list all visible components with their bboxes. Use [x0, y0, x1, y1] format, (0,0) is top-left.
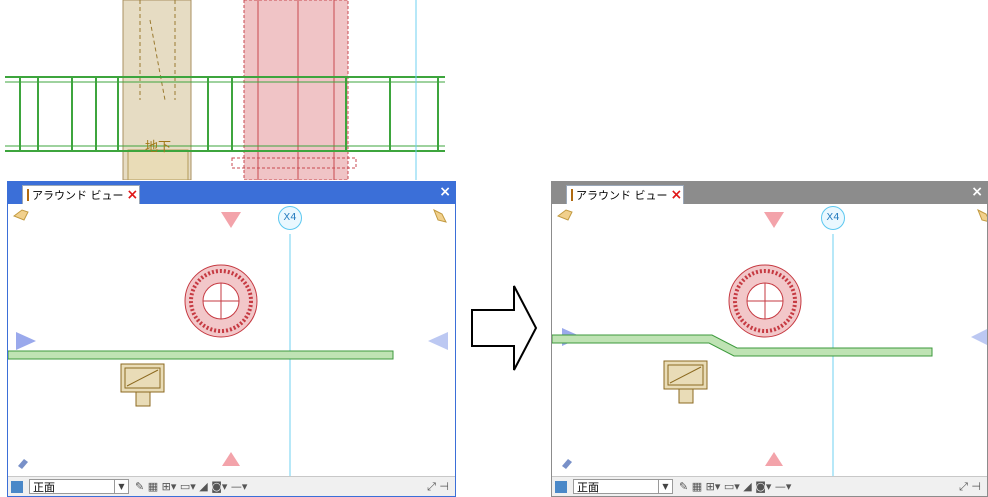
pen-icon[interactable] [18, 459, 28, 469]
view-select-value: 正面 [577, 481, 599, 494]
nav-arrow-right[interactable] [971, 328, 987, 346]
view-canvas-svg [8, 208, 448, 476]
beam-straight [8, 350, 394, 360]
footing [663, 360, 708, 404]
view-canvas[interactable]: X4 [8, 204, 455, 476]
nav-arrow-top[interactable] [221, 212, 241, 228]
beam-offset [552, 334, 933, 357]
view-select[interactable]: 正面 ▼ [573, 479, 673, 494]
cad-background-svg: 地下 [5, 0, 445, 181]
footing [120, 363, 165, 407]
nav-arrow-right[interactable] [428, 332, 448, 350]
around-view-panel-after: アラウンド ビュー × × X4 正面 ▼ ✎ ▦ ⊞▾ ▭▾ ◢ ◙▾ —▾ … [551, 181, 988, 497]
grid-label: 地下 [145, 140, 171, 155]
around-view-panel-before: アラウンド ビュー × × X4 正面 ▼ ✎ ▦ ⊞▾ ▭▾ ◢ ◙▾ —▾ … [7, 181, 456, 497]
nav-arrow-bottom[interactable] [765, 452, 783, 466]
window-close-icon[interactable]: × [971, 184, 983, 200]
grid-marker-x4: X4 [821, 206, 845, 230]
pin-icon[interactable]: ⤢ ⊣ [959, 480, 981, 494]
close-icon[interactable]: × [671, 188, 683, 202]
view-canvas-svg [552, 208, 987, 476]
tab-label: アラウンド ビュー [576, 189, 668, 202]
tab-around-view[interactable]: アラウンド ビュー × [22, 185, 140, 204]
hand-icon-left[interactable] [556, 209, 573, 221]
view-toolbar: 正面 ▼ ✎ ▦ ⊞▾ ▭▾ ◢ ◙▾ —▾ ⤢ ⊣ [552, 476, 987, 496]
view-select-value: 正面 [33, 481, 55, 494]
window-close-icon[interactable]: × [439, 184, 451, 200]
view-icon [11, 480, 23, 493]
chevron-down-icon[interactable]: ▼ [114, 480, 128, 493]
hand-icon-right[interactable] [433, 208, 447, 223]
around-view-icon [571, 189, 573, 201]
round-column [728, 264, 802, 338]
nav-arrow-bottom[interactable] [222, 452, 240, 466]
view-canvas[interactable]: X4 [552, 204, 987, 476]
toolbar-tool-icon[interactable]: ✎ ▦ ⊞▾ ▭▾ ◢ ◙▾ —▾ [679, 480, 791, 493]
pen-icon[interactable] [562, 459, 572, 469]
view-toolbar: 正面 ▼ ✎ ▦ ⊞▾ ▭▾ ◢ ◙▾ —▾ ⤢ ⊣ [8, 476, 455, 496]
nav-arrow-top[interactable] [764, 212, 784, 228]
close-icon[interactable]: × [127, 188, 139, 202]
transition-arrow-icon [471, 285, 538, 371]
view-icon [555, 480, 567, 493]
tab-around-view[interactable]: アラウンド ビュー × [566, 185, 684, 204]
toolbar-tool-icon[interactable]: ✎ ▦ ⊞▾ ▭▾ ◢ ◙▾ —▾ [135, 480, 247, 493]
red-column [243, 0, 349, 181]
chevron-down-icon[interactable]: ▼ [658, 480, 672, 493]
tab-label: アラウンド ビュー [32, 189, 124, 202]
round-column [184, 264, 258, 338]
cad-background: 地下 [0, 0, 470, 181]
hand-icon-right[interactable] [977, 208, 987, 222]
view-select[interactable]: 正面 ▼ [29, 479, 129, 494]
panel-titlebar: アラウンド ビュー × × [8, 182, 455, 204]
pin-icon[interactable]: ⤢ ⊣ [427, 480, 449, 494]
nav-arrow-left[interactable] [16, 332, 36, 350]
grid-marker-x4: X4 [278, 206, 302, 230]
around-view-icon [27, 189, 29, 201]
panel-titlebar: アラウンド ビュー × × [552, 182, 987, 204]
hand-icon-left[interactable] [12, 209, 29, 221]
green-beam-frame [5, 76, 445, 152]
